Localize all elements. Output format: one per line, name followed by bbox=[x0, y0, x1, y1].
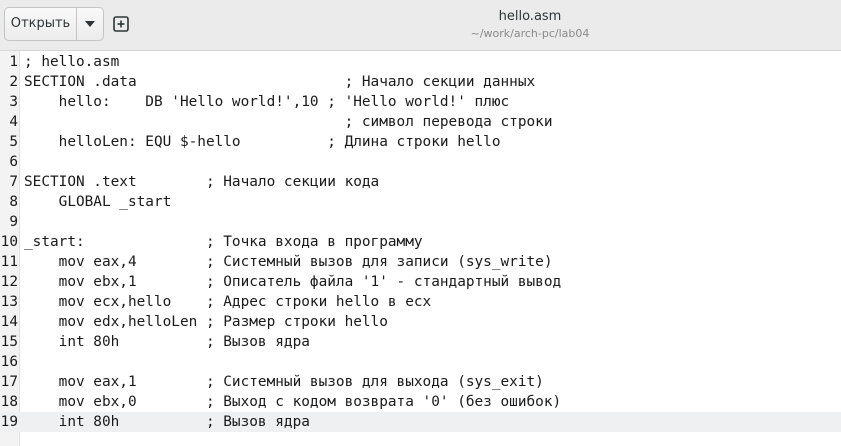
code-line[interactable]: 13 mov ecx,hello ; Адрес строки hello в … bbox=[0, 292, 841, 312]
code-text[interactable]: ; hello.asm bbox=[24, 52, 119, 72]
line-number: 10 bbox=[0, 234, 18, 250]
code-text[interactable]: mov edx,helloLen ; Размер строки hello bbox=[24, 312, 388, 332]
line-number: 8 bbox=[9, 194, 18, 210]
code-line[interactable]: 16 bbox=[0, 352, 841, 372]
file-title: hello.asm bbox=[498, 9, 562, 24]
code-text[interactable]: SECTION .text ; Начало секции кода bbox=[24, 172, 379, 192]
code-line[interactable]: 3 hello: DB 'Hello world!',10 ; 'Hello w… bbox=[0, 92, 841, 112]
line-number: 4 bbox=[9, 114, 18, 130]
code-text[interactable]: int 80h ; Вызов ядра bbox=[24, 332, 310, 352]
code-line[interactable]: 6 bbox=[0, 152, 841, 172]
code-text[interactable]: mov ecx,hello ; Адрес строки hello в ecx bbox=[24, 292, 432, 312]
code-line[interactable]: 2 SECTION .data ; Начало секции данных bbox=[0, 72, 841, 92]
line-number: 6 bbox=[9, 154, 18, 170]
code-line[interactable]: 4 ; символ перевода строки bbox=[0, 112, 841, 132]
line-number: 5 bbox=[9, 134, 18, 150]
code-line[interactable]: 14 mov edx,helloLen ; Размер строки hell… bbox=[0, 312, 841, 332]
line-number: 12 bbox=[0, 274, 18, 290]
file-path: ~/work/arch-pc/lab04 bbox=[470, 27, 590, 40]
code-text[interactable]: mov eax,1 ; Системный вызов для выхода (… bbox=[24, 372, 544, 392]
line-number: 15 bbox=[0, 334, 18, 350]
code-line[interactable]: 10 _start: ; Точка входа в программу bbox=[0, 232, 841, 252]
code-text[interactable]: int 80h ; Вызов ядра bbox=[24, 412, 310, 432]
line-number: 9 bbox=[9, 214, 18, 230]
open-button[interactable]: Открыть bbox=[5, 8, 77, 40]
line-number: 14 bbox=[0, 314, 18, 330]
code-line[interactable]: 19 int 80h ; Вызов ядра bbox=[0, 412, 841, 432]
window-title-block: hello.asm ~/work/arch-pc/lab04 bbox=[370, 8, 690, 42]
text-editor[interactable]: 1 ; hello.asm 2 SECTION .data ; Начало секц… bbox=[0, 51, 841, 446]
code-text[interactable]: SECTION .data ; Начало секции данных bbox=[24, 72, 535, 92]
line-number: 19 bbox=[0, 414, 18, 430]
code-text[interactable]: mov ebx,0 ; Выход с кодом возврата '0' (… bbox=[24, 392, 562, 412]
code-text[interactable]: mov eax,4 ; Системный вызов для записи (… bbox=[24, 252, 553, 272]
open-button-group: Открыть bbox=[4, 7, 104, 41]
chevron-down-icon bbox=[85, 21, 95, 27]
code-line[interactable]: 11 mov eax,4 ; Системный вызов для запис… bbox=[0, 252, 841, 272]
line-number: 2 bbox=[9, 74, 18, 90]
code-line[interactable]: 1 ; hello.asm bbox=[0, 52, 841, 72]
code-text[interactable]: ; символ перевода строки bbox=[24, 112, 553, 132]
line-number: 13 bbox=[0, 294, 18, 310]
header-bar: Открыть hello.asm ~/work/arch-pc/lab04 bbox=[0, 0, 841, 51]
line-number: 3 bbox=[9, 94, 18, 110]
new-tab-icon[interactable] bbox=[113, 16, 129, 32]
code-line[interactable]: 5 helloLen: EQU $-hello ; Длина строки h… bbox=[0, 132, 841, 152]
line-number: 7 bbox=[9, 174, 18, 190]
code-line[interactable]: 18 mov ebx,0 ; Выход с кодом возврата '0… bbox=[0, 392, 841, 412]
code-line[interactable]: 9 bbox=[0, 212, 841, 232]
code-line[interactable]: 7 SECTION .text ; Начало секции кода bbox=[0, 172, 841, 192]
code-text[interactable]: helloLen: EQU $-hello ; Длина строки hel… bbox=[24, 132, 501, 152]
code-line[interactable]: 15 int 80h ; Вызов ядра bbox=[0, 332, 841, 352]
code-text[interactable]: _start: ; Точка входа в программу bbox=[24, 232, 423, 252]
line-number: 17 bbox=[0, 374, 18, 390]
line-number: 11 bbox=[0, 254, 18, 270]
code-line[interactable]: 12 mov ebx,1 ; Описатель файла '1' - ста… bbox=[0, 272, 841, 292]
code-text[interactable]: hello: DB 'Hello world!',10 ; 'Hello wor… bbox=[24, 92, 510, 112]
code-lines: 1 ; hello.asm 2 SECTION .data ; Начало секц… bbox=[0, 52, 841, 432]
line-number: 1 bbox=[9, 54, 18, 70]
code-text[interactable]: mov ebx,1 ; Описатель файла '1' - станда… bbox=[24, 272, 562, 292]
code-text[interactable]: GLOBAL _start bbox=[24, 192, 172, 212]
open-menu-button[interactable] bbox=[77, 8, 103, 40]
line-number: 16 bbox=[0, 354, 18, 370]
code-line[interactable]: 8 GLOBAL _start bbox=[0, 192, 841, 212]
line-number: 18 bbox=[0, 394, 18, 410]
code-line[interactable]: 17 mov eax,1 ; Системный вызов для выход… bbox=[0, 372, 841, 392]
